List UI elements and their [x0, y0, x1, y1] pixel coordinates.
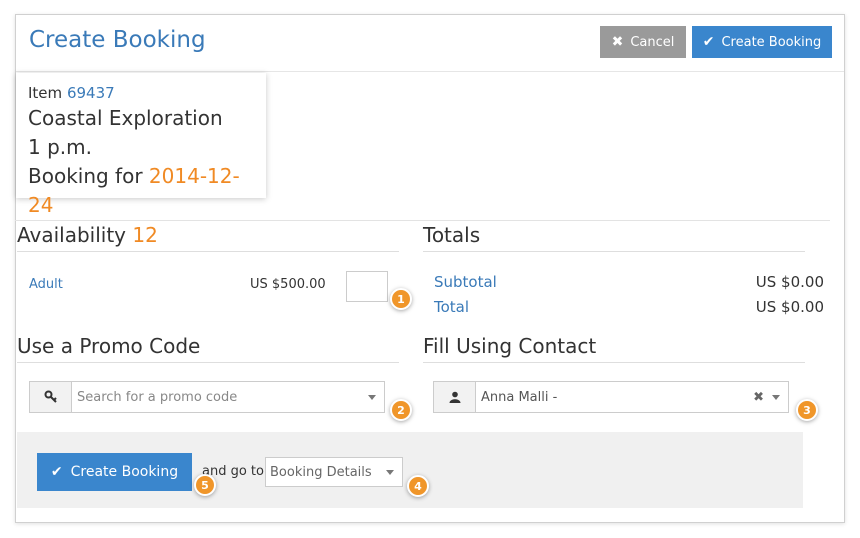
chevron-down-icon[interactable] — [368, 394, 376, 400]
contact-select[interactable]: Anna Malli - ✖ — [433, 381, 789, 413]
create-booking-button-label: Create Booking — [721, 34, 822, 50]
availability-count: 12 — [132, 223, 158, 247]
adult-label: Adult — [29, 277, 63, 292]
callout-badge-3: 3 — [796, 399, 818, 421]
chevron-down-icon[interactable] — [772, 394, 780, 400]
total-label: Total — [434, 298, 470, 316]
clear-icon[interactable]: ✖ — [753, 390, 764, 405]
create-booking-button-bottom[interactable]: ✔ Create Booking — [37, 453, 192, 491]
user-icon — [434, 382, 476, 412]
promo-code-select[interactable]: Search for a promo code — [29, 381, 385, 413]
item-id-link[interactable]: 69437 — [67, 84, 115, 102]
header: Create Booking ✖ Cancel ✔ Create Booking — [16, 15, 844, 72]
item-time: 1 p.m. — [28, 135, 92, 159]
checkmark-icon: ✔ — [50, 464, 63, 480]
item-name: Coastal Exploration — [28, 106, 223, 130]
cancel-button-label: Cancel — [630, 34, 675, 50]
item-prefix: Item — [28, 84, 63, 102]
booking-for-label: Booking for — [28, 164, 143, 188]
cancel-button[interactable]: ✖ Cancel — [600, 26, 686, 58]
checkmark-icon: ✔ — [702, 34, 715, 50]
adult-quantity-input[interactable] — [346, 271, 388, 302]
callout-badge-4: 4 — [407, 475, 429, 497]
section-divider — [15, 220, 830, 221]
chevron-down-icon[interactable] — [386, 469, 394, 475]
create-booking-button-top[interactable]: ✔ Create Booking — [692, 26, 832, 58]
total-value: US $0.00 — [755, 298, 824, 316]
availability-title: Availability — [17, 223, 127, 247]
subtotal-label: Subtotal — [434, 273, 497, 291]
subtotal-value: US $0.00 — [755, 273, 824, 291]
key-icon — [30, 382, 72, 412]
adult-price: US $500.00 — [250, 277, 326, 292]
callout-badge-2: 2 — [390, 399, 412, 421]
create-booking-bottom-label: Create Booking — [70, 464, 179, 480]
destination-select[interactable]: Booking Details — [265, 457, 403, 487]
callout-badge-1: 1 — [390, 288, 412, 310]
promo-code-placeholder: Search for a promo code — [77, 389, 238, 405]
booking-for-line: Booking for 2014-12-24 — [28, 162, 254, 220]
item-id-line: Item 69437 — [28, 82, 254, 104]
contact-heading: Fill Using Contact — [423, 333, 805, 363]
contact-value: Anna Malli - — [481, 389, 558, 405]
availability-heading: Availability 12 — [17, 222, 399, 252]
page-title: Create Booking — [29, 27, 206, 53]
item-card: Item 69437 Coastal Exploration 1 p.m. Bo… — [16, 73, 266, 217]
callout-badge-5: 5 — [194, 474, 216, 496]
totals-heading: Totals — [423, 222, 805, 252]
close-icon: ✖ — [611, 34, 624, 50]
promo-heading: Use a Promo Code — [17, 333, 399, 363]
destination-value: Booking Details — [270, 464, 372, 480]
